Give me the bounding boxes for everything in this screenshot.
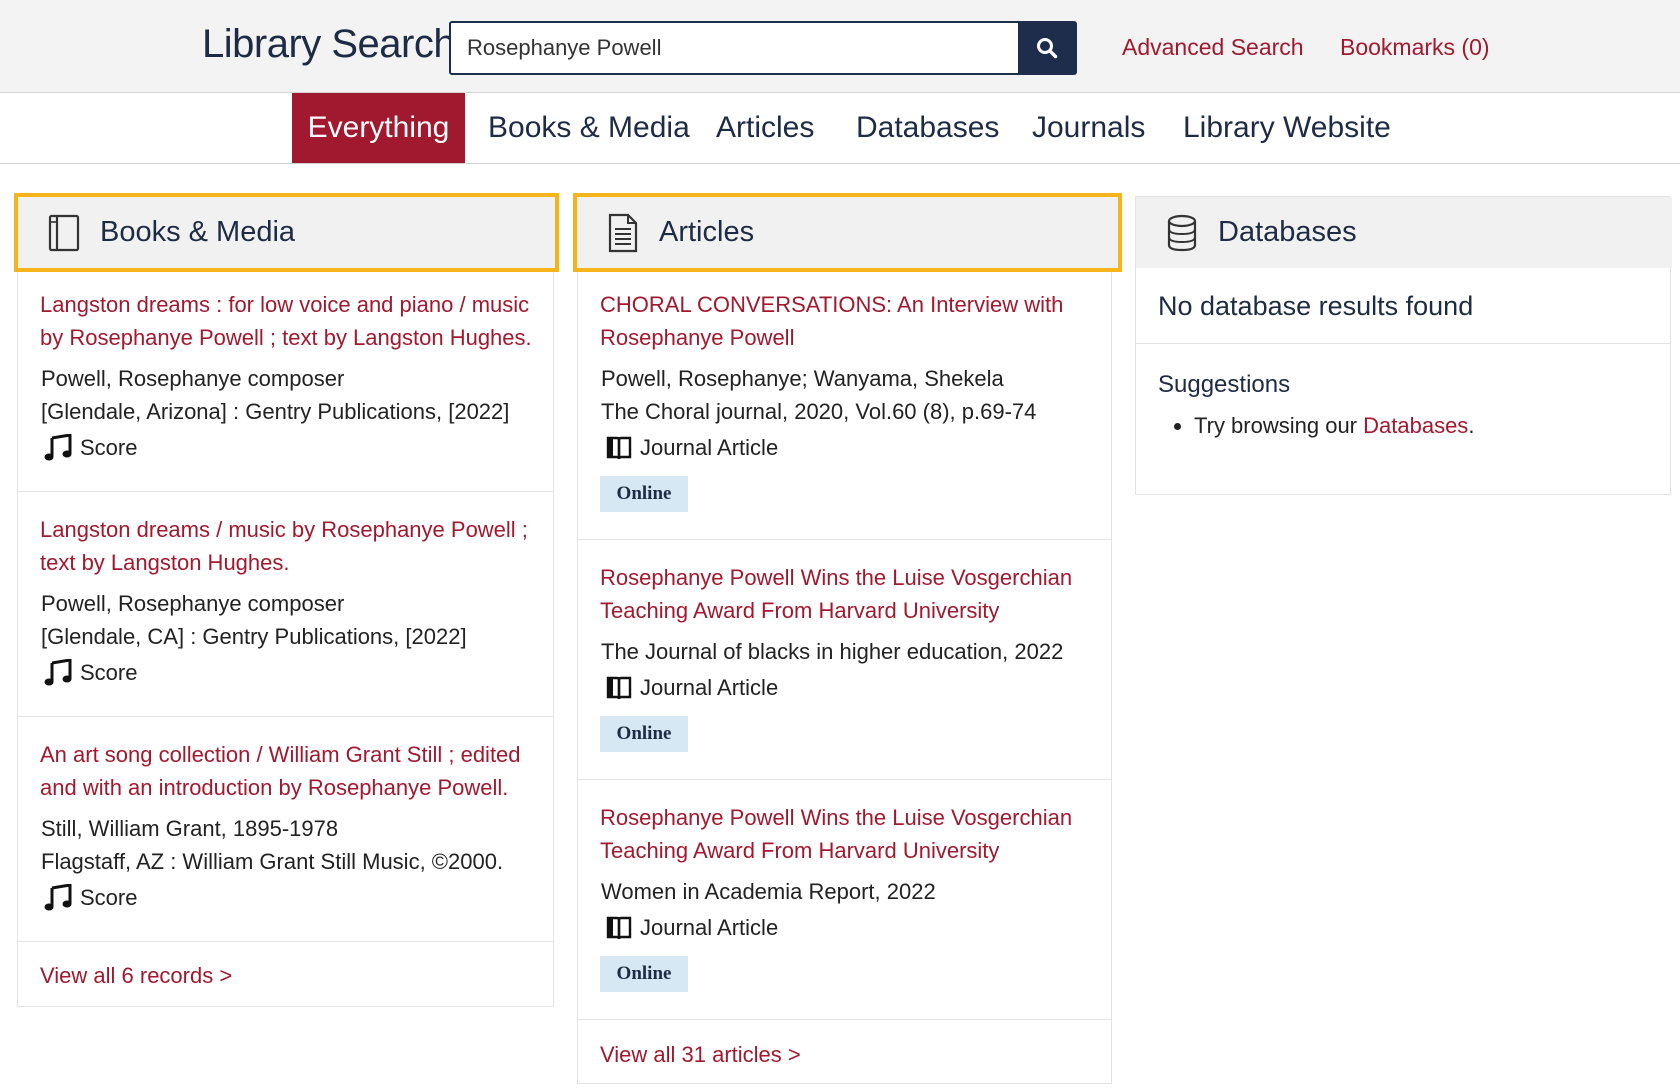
- format-label: Journal Article: [640, 435, 779, 460]
- format-label: Score: [80, 660, 138, 685]
- record-title-link[interactable]: Langston dreams : for low voice and pian…: [40, 288, 541, 354]
- books-media-header[interactable]: Books & Media: [14, 193, 559, 272]
- music-note-icon: [44, 884, 74, 912]
- document-icon: [603, 213, 643, 253]
- record-title-link[interactable]: An art song collection / William Grant S…: [40, 738, 541, 804]
- record-publisher: [Glendale, CA] : Gentry Publications, [2…: [41, 624, 467, 649]
- search-bar: [449, 21, 1077, 75]
- format-label: Journal Article: [640, 675, 779, 700]
- music-note-icon: [44, 434, 74, 462]
- no-results-message: No database results found: [1158, 291, 1474, 321]
- list-item: CHORAL CONVERSATIONS: An Interview with …: [578, 268, 1111, 540]
- search-button[interactable]: [1018, 23, 1075, 73]
- list-item: Rosephanye Powell Wins the Luise Vosgerc…: [578, 541, 1111, 780]
- search-input[interactable]: [451, 23, 1018, 73]
- list-item: An art song collection / William Grant S…: [18, 718, 553, 942]
- article-citation: The Journal of blacks in higher educatio…: [601, 639, 1064, 664]
- article-title-link[interactable]: Rosephanye Powell Wins the Luise Vosgerc…: [600, 561, 1099, 627]
- article-title-link[interactable]: CHORAL CONVERSATIONS: An Interview with …: [600, 288, 1099, 354]
- list-item: Langston dreams : for low voice and pian…: [18, 268, 553, 492]
- databases-panel: Databases No database results found Sugg…: [1135, 196, 1672, 495]
- record-author: Still, William Grant, 1895-1978: [41, 816, 339, 841]
- article-format: Journal Article: [604, 674, 778, 702]
- search-scope-tabs: Everything Books & Media Articles Databa…: [0, 93, 1680, 164]
- view-all-articles-link[interactable]: View all 31 articles >: [600, 1042, 801, 1068]
- advanced-search-link[interactable]: Advanced Search: [1122, 34, 1304, 61]
- article-title-link[interactable]: Rosephanye Powell Wins the Luise Vosgerc…: [600, 801, 1099, 867]
- list-item: Langston dreams / music by Rosephanye Po…: [18, 493, 553, 717]
- databases-header[interactable]: Databases: [1136, 197, 1672, 268]
- divider: [1136, 343, 1670, 344]
- list-item: Rosephanye Powell Wins the Luise Vosgerc…: [578, 781, 1111, 1020]
- article-authors: Powell, Rosephanye; Wanyama, Shekela: [601, 366, 1004, 391]
- tab-books-media[interactable]: Books & Media: [488, 93, 690, 163]
- article-format: Journal Article: [604, 914, 778, 942]
- books-media-panel: Books & Media Langston dreams : for low …: [14, 193, 559, 1007]
- book-icon: [44, 213, 84, 253]
- databases-title: Databases: [1218, 216, 1357, 248]
- suggestion-suffix: .: [1468, 413, 1475, 438]
- record-publisher: [Glendale, Arizona] : Gentry Publication…: [41, 399, 510, 424]
- record-title-link[interactable]: Langston dreams / music by Rosephanye Po…: [40, 513, 541, 579]
- top-header: Library Search Advanced Search Bookmarks…: [0, 0, 1680, 93]
- database-icon: [1162, 213, 1202, 253]
- record-format: Score: [44, 659, 137, 687]
- format-label: Score: [80, 435, 138, 460]
- bookmarks-link[interactable]: Bookmarks (0): [1340, 34, 1490, 61]
- record-author: Powell, Rosephanye composer: [41, 591, 345, 616]
- site-title[interactable]: Library Search: [202, 22, 456, 67]
- articles-panel: Articles CHORAL CONVERSATIONS: An Interv…: [573, 193, 1122, 1084]
- open-book-icon: [604, 914, 634, 942]
- article-citation: Women in Academia Report, 2022: [601, 879, 936, 904]
- search-icon: [1036, 38, 1057, 59]
- suggestion-text: Try browsing our: [1194, 413, 1364, 438]
- record-format: Score: [44, 884, 137, 912]
- open-book-icon: [604, 674, 634, 702]
- record-publisher: Flagstaff, AZ : William Grant Still Musi…: [41, 849, 504, 874]
- article-citation: The Choral journal, 2020, Vol.60 (8), p.…: [601, 399, 1037, 424]
- books-media-title: Books & Media: [100, 216, 296, 248]
- online-badge[interactable]: Online: [600, 476, 688, 512]
- record-author: Powell, Rosephanye composer: [41, 366, 345, 391]
- tab-databases[interactable]: Databases: [856, 93, 999, 163]
- format-label: Journal Article: [640, 915, 779, 940]
- online-badge[interactable]: Online: [600, 716, 688, 752]
- databases-link[interactable]: Databases: [1363, 413, 1468, 438]
- suggestions-heading: Suggestions: [1158, 371, 1291, 398]
- tab-library-website[interactable]: Library Website: [1183, 93, 1391, 163]
- tab-everything[interactable]: Everything: [292, 93, 465, 163]
- bullet-icon: [1174, 423, 1181, 430]
- music-note-icon: [44, 659, 74, 687]
- open-book-icon: [604, 434, 634, 462]
- record-format: Score: [44, 434, 137, 462]
- format-label: Score: [80, 885, 138, 910]
- tab-journals[interactable]: Journals: [1032, 93, 1145, 163]
- articles-header[interactable]: Articles: [573, 193, 1122, 272]
- article-format: Journal Article: [604, 434, 778, 462]
- tab-articles[interactable]: Articles: [716, 93, 814, 163]
- online-badge[interactable]: Online: [600, 956, 688, 992]
- articles-title: Articles: [659, 216, 755, 248]
- view-all-records-link[interactable]: View all 6 records >: [40, 963, 232, 989]
- suggestion-item: Try browsing our Databases.: [1174, 413, 1475, 439]
